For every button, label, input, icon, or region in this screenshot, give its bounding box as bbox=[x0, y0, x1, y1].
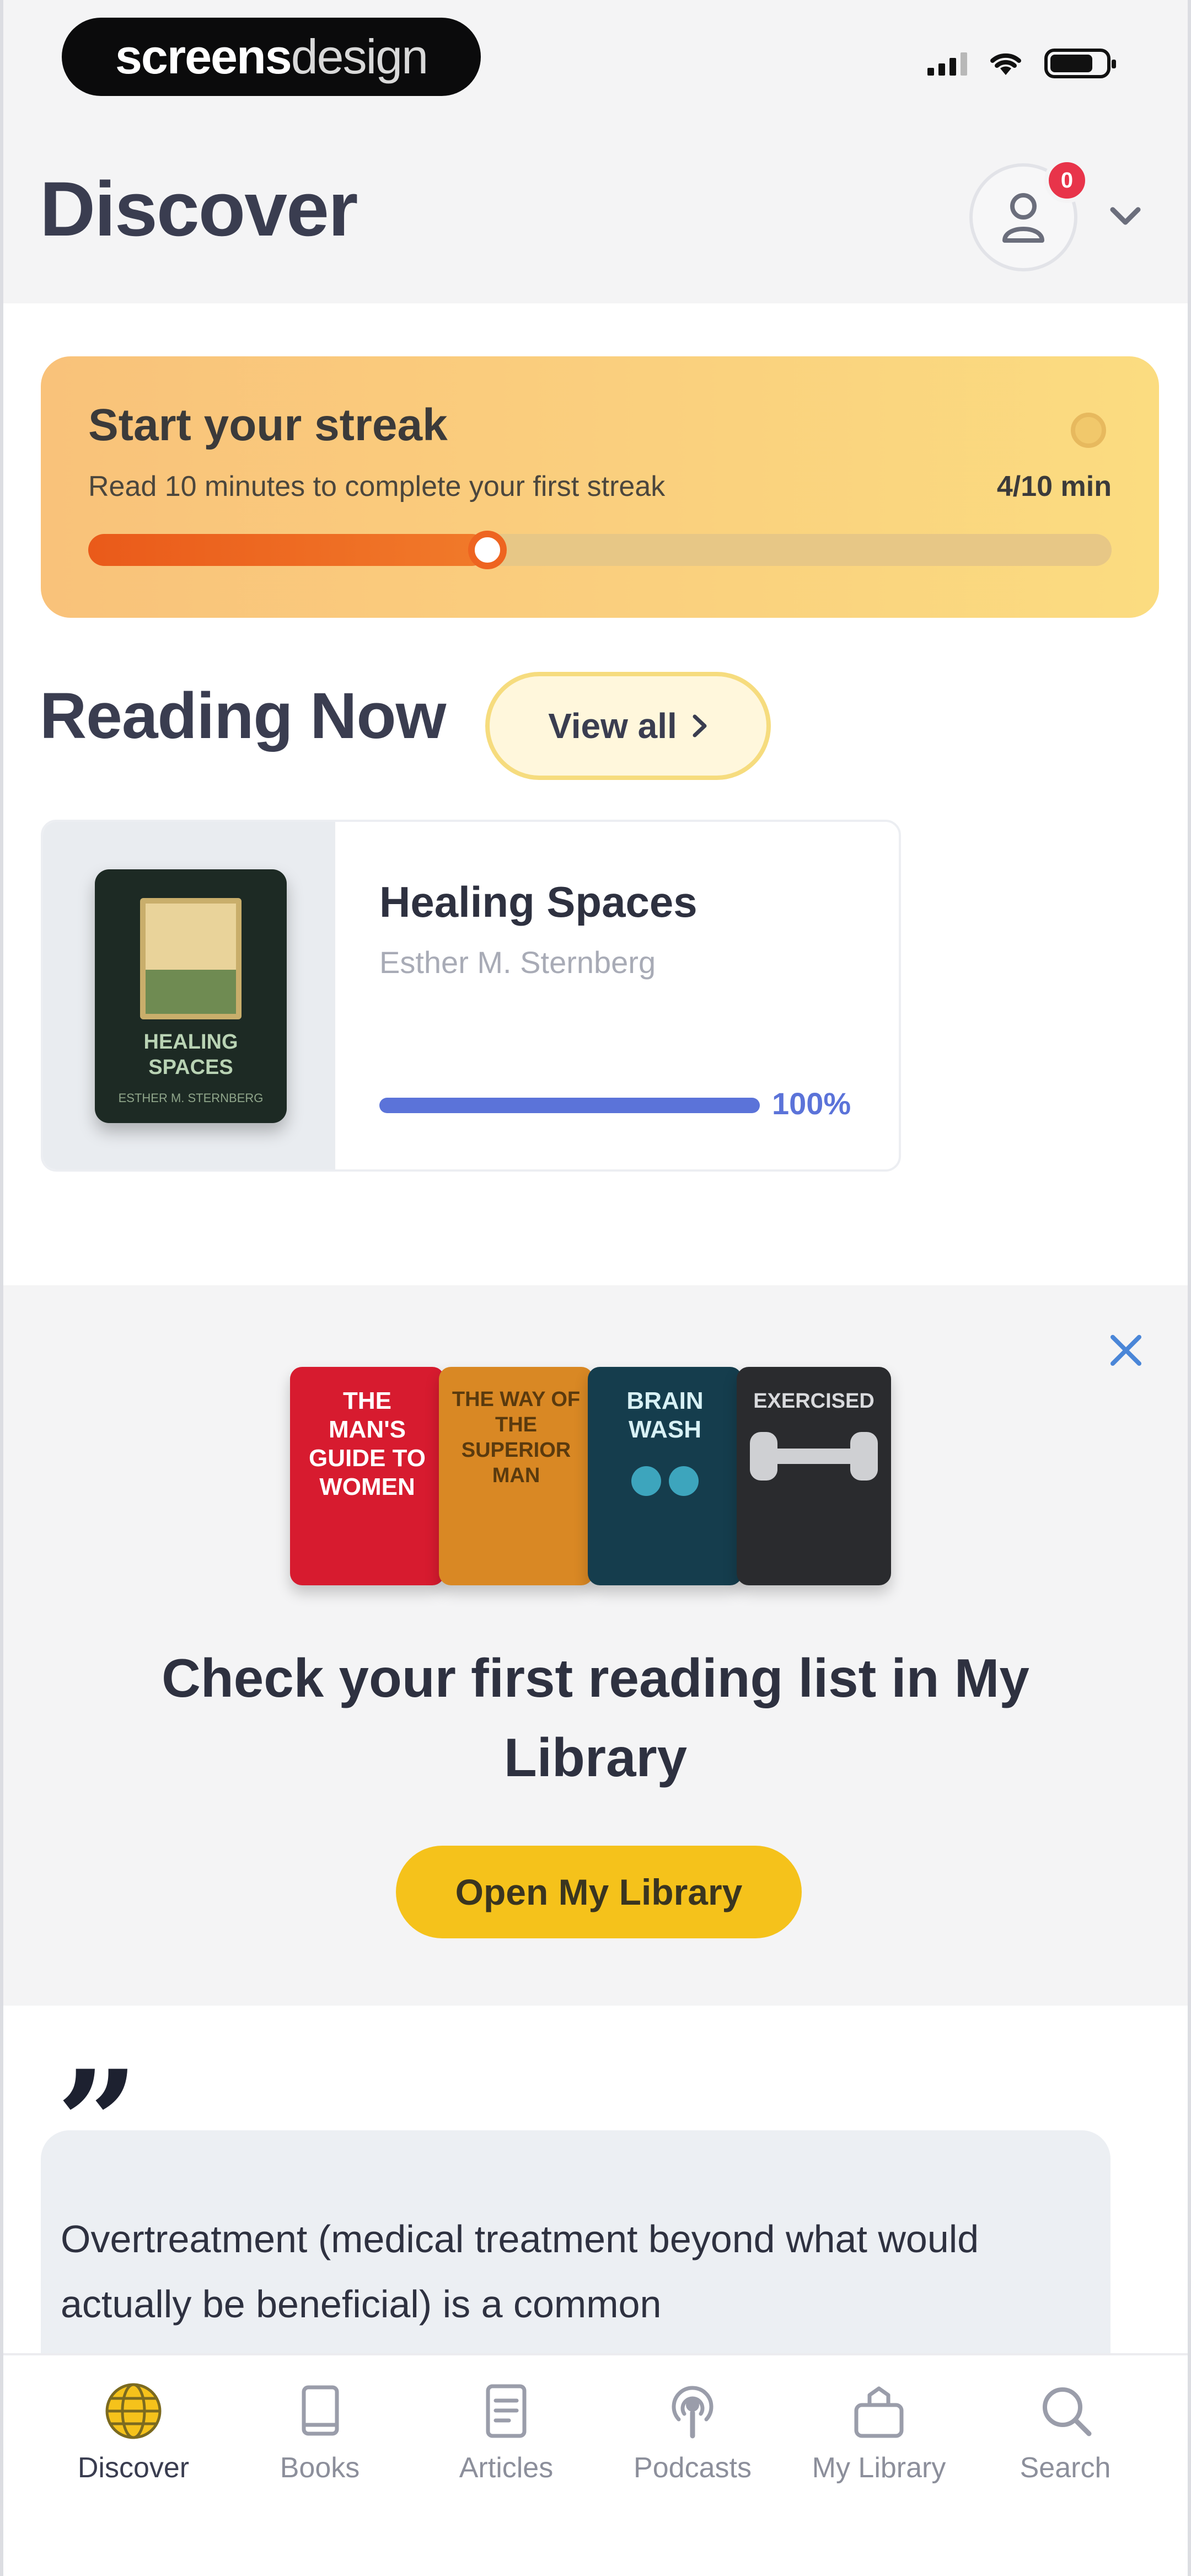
dumbbell-illustration bbox=[750, 1432, 878, 1481]
cover-title: EXERCISED bbox=[753, 1389, 875, 1413]
status-bar: screens design bbox=[3, 0, 1188, 110]
streak-progress-knob bbox=[468, 531, 507, 569]
tab-label: My Library bbox=[812, 2452, 946, 2484]
library-icon bbox=[849, 2381, 909, 2441]
close-icon[interactable] bbox=[1101, 1325, 1151, 1376]
cover-window-illustration bbox=[140, 898, 242, 1019]
cellular-signal-icon bbox=[927, 51, 967, 76]
status-icons bbox=[927, 49, 1116, 78]
quote-text: Overtreatment (medical treatment beyond … bbox=[61, 2217, 979, 2326]
book-progress-bar bbox=[379, 1098, 760, 1113]
promo-text-content: Check your first reading list in My Libr… bbox=[162, 1648, 1029, 1788]
brand-logo: screens design bbox=[62, 18, 481, 96]
book-progress-text: 100% bbox=[772, 1086, 851, 1121]
wifi-icon bbox=[988, 50, 1023, 77]
cover-title-line: HEALING bbox=[143, 1030, 238, 1054]
tab-articles[interactable]: Articles bbox=[423, 2381, 589, 2484]
book-author: Esther M. Sternberg bbox=[379, 945, 656, 980]
globe-icon bbox=[103, 2381, 164, 2441]
tab-label: Podcasts bbox=[634, 2452, 752, 2484]
book-title: Healing Spaces bbox=[379, 878, 698, 926]
reading-list-covers: THE MAN'S GUIDE TO WOMEN THE WAY OF THE … bbox=[290, 1367, 908, 1588]
chevron-right-icon bbox=[693, 714, 707, 737]
cover-author: ESTHER M. STERNBERG bbox=[118, 1091, 264, 1105]
brand-text-light: design bbox=[291, 29, 428, 84]
promo-text: Check your first reading list in My Libr… bbox=[3, 1638, 1188, 1797]
tab-books[interactable]: Books bbox=[237, 2381, 403, 2484]
cover-title: THE MAN'S GUIDE TO WOMEN bbox=[309, 1387, 426, 1500]
tab-label: Discover bbox=[77, 2452, 190, 2484]
view-all-button[interactable]: View all bbox=[485, 672, 771, 780]
app-screen: screens design Discover 0 Start your stre… bbox=[0, 0, 1191, 2576]
user-icon bbox=[1002, 193, 1044, 243]
cover-title: BRAIN WASH bbox=[626, 1387, 704, 1443]
view-all-label: View all bbox=[548, 706, 677, 746]
tab-my-library[interactable]: My Library bbox=[796, 2381, 962, 2484]
tab-label: Books bbox=[280, 2452, 360, 2484]
streak-card[interactable]: Start your streak Read 10 minutes to com… bbox=[41, 356, 1159, 618]
cover-title: THE WAY OF THE SUPERIOR MAN bbox=[452, 1388, 581, 1487]
streak-badge-icon bbox=[1071, 413, 1106, 448]
tab-label: Articles bbox=[459, 2452, 554, 2484]
streak-title: Start your streak bbox=[88, 400, 448, 450]
quote-mark-icon: ” bbox=[56, 2039, 139, 2208]
page-title: Discover bbox=[40, 165, 358, 252]
search-icon bbox=[1035, 2381, 1096, 2441]
bottom-tab-bar: Discover Books Articles Podcasts My Libr… bbox=[3, 2353, 1188, 2576]
podcast-icon bbox=[662, 2381, 723, 2441]
brain-illustration bbox=[631, 1466, 699, 1496]
streak-progress-text: 4/10 min bbox=[996, 471, 1112, 503]
book-cover: HEALING SPACES ESTHER M. STERNBERG bbox=[95, 869, 287, 1123]
streak-subtitle: Read 10 minutes to complete your first s… bbox=[88, 471, 666, 503]
library-promo-section: THE MAN'S GUIDE TO WOMEN THE WAY OF THE … bbox=[3, 1285, 1188, 2006]
book-cover: THE WAY OF THE SUPERIOR MAN bbox=[439, 1367, 593, 1585]
reading-now-heading: Reading Now bbox=[40, 680, 446, 752]
header: Discover 0 bbox=[3, 110, 1188, 303]
book-icon bbox=[289, 2381, 350, 2441]
tab-search[interactable]: Search bbox=[983, 2381, 1148, 2484]
reading-now-book-card[interactable]: HEALING SPACES ESTHER M. STERNBERG Heali… bbox=[41, 820, 901, 1172]
notification-badge: 0 bbox=[1044, 158, 1090, 203]
chevron-down-icon[interactable] bbox=[1106, 196, 1145, 235]
book-cover: THE MAN'S GUIDE TO WOMEN bbox=[290, 1367, 444, 1585]
streak-progress-bar bbox=[88, 531, 1112, 569]
cover-title: HEALING SPACES bbox=[95, 1029, 287, 1080]
article-icon bbox=[476, 2381, 537, 2441]
cover-title-line: SPACES bbox=[148, 1056, 233, 1079]
open-my-library-button[interactable]: Open My Library bbox=[396, 1846, 802, 1938]
brand-text: screens bbox=[115, 29, 292, 84]
battery-icon bbox=[1044, 49, 1116, 78]
tab-discover[interactable]: Discover bbox=[51, 2381, 216, 2484]
book-cover: BRAIN WASH bbox=[588, 1367, 742, 1585]
book-cover: EXERCISED bbox=[737, 1367, 891, 1585]
tab-label: Search bbox=[1020, 2452, 1111, 2484]
tab-podcasts[interactable]: Podcasts bbox=[610, 2381, 775, 2484]
streak-progress-fill bbox=[88, 534, 487, 566]
